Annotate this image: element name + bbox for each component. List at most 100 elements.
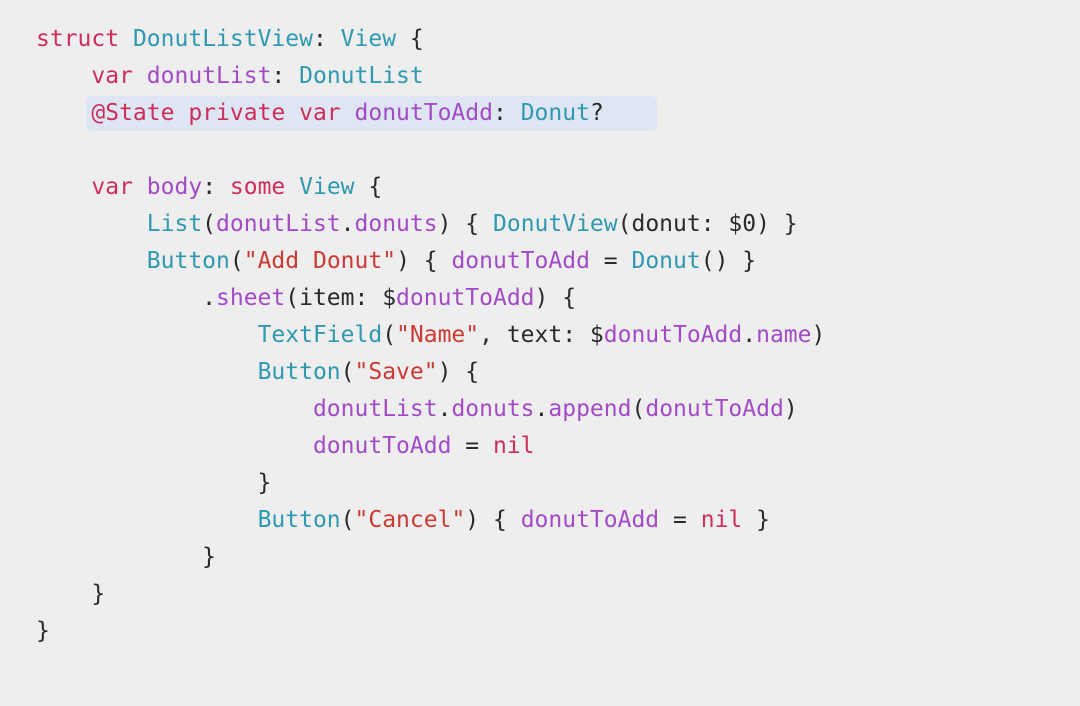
code-token: .	[36, 285, 217, 311]
code-line: }	[36, 613, 1066, 650]
code-token: ) {	[437, 359, 480, 385]
code-token: DonutView	[493, 211, 618, 237]
code-slide: struct DonutListView: View { var donutLi…	[0, 0, 1080, 706]
code-token: body	[146, 174, 203, 200]
code-block: struct DonutListView: View { var donutLi…	[36, 21, 1066, 650]
code-token: (	[340, 359, 355, 385]
code-token: .	[742, 322, 757, 348]
code-token: donutList	[216, 211, 341, 237]
code-token: "Cancel"	[354, 507, 466, 533]
code-token: donutList	[146, 63, 272, 89]
code-token: ) {	[437, 211, 493, 237]
code-token: :	[202, 174, 230, 200]
code-line: var donutList: DonutList	[36, 58, 1066, 95]
code-token: .	[340, 211, 355, 237]
code-token: :	[492, 100, 521, 126]
code-line: Button("Cancel") { donutToAdd = nil }	[36, 502, 1066, 539]
code-token: sheet	[216, 285, 286, 311]
code-token: append	[548, 396, 632, 422]
code-token: donuts	[354, 211, 438, 237]
code-token: :	[271, 63, 300, 89]
code-token: =	[451, 433, 493, 459]
code-token: ) {	[465, 507, 521, 533]
code-token: ) {	[396, 248, 452, 274]
code-token: .	[437, 396, 452, 422]
code-token: var	[91, 63, 133, 89]
code-token: }	[36, 544, 217, 570]
code-token: .	[534, 396, 549, 422]
code-token: "Add Donut"	[243, 248, 397, 274]
code-line: Button("Save") {	[36, 354, 1066, 391]
code-token: donutToAdd	[354, 100, 493, 126]
code-token: nil	[492, 433, 535, 459]
code-token: (	[229, 248, 244, 274]
code-token: Button	[257, 507, 341, 533]
code-token: Donut	[631, 248, 701, 274]
code-token: donutToAdd	[312, 433, 452, 459]
code-token: (	[202, 211, 217, 237]
code-token: )	[811, 322, 826, 348]
code-token: }	[36, 618, 50, 644]
code-line: }	[36, 539, 1066, 576]
code-token: nil	[700, 507, 743, 533]
code-line: TextField("Name", text: $donutToAdd.name…	[36, 317, 1066, 354]
code-token: (	[382, 322, 397, 348]
code-token: donutToAdd	[396, 285, 535, 311]
code-token: () }	[700, 248, 757, 274]
code-token: ) {	[534, 285, 577, 311]
code-token: )	[783, 396, 798, 422]
code-token: (	[340, 507, 355, 533]
code-token: View	[340, 26, 397, 52]
code-token: @State private var	[91, 100, 341, 126]
code-token: Donut	[520, 100, 590, 126]
code-token: donutToAdd	[645, 396, 784, 422]
code-token: donuts	[451, 396, 535, 422]
code-token: "Save"	[354, 359, 438, 385]
code-token: =	[659, 507, 701, 533]
highlighted-code-line: @State private var donutToAdd: Donut?	[36, 95, 1066, 132]
code-token: (item: $	[285, 285, 397, 311]
code-token: {	[354, 174, 383, 200]
code-line: donutToAdd = nil	[36, 428, 1066, 465]
code-token: "Name"	[396, 322, 480, 348]
code-token: DonutList	[299, 63, 424, 89]
code-token: donutToAdd	[520, 507, 660, 533]
code-line: struct DonutListView: View {	[36, 21, 1066, 58]
code-token: donutToAdd	[451, 248, 590, 274]
code-line: }	[36, 465, 1066, 502]
code-token: }	[742, 507, 770, 533]
code-line: Button("Add Donut") { donutToAdd = Donut…	[36, 243, 1066, 280]
code-token: , text: $	[479, 322, 604, 348]
code-token: (donut: $0) }	[617, 211, 798, 237]
code-token: donutList	[312, 396, 438, 422]
code-token: :	[312, 26, 341, 52]
code-token: DonutListView	[132, 26, 313, 52]
code-token: some	[229, 174, 286, 200]
code-token: }	[36, 581, 106, 607]
code-line: }	[36, 576, 1066, 613]
code-line: List(donutList.donuts) { DonutView(donut…	[36, 206, 1066, 243]
code-token: Button	[146, 248, 230, 274]
code-token: Button	[257, 359, 341, 385]
code-line: donutList.donuts.append(donutToAdd)	[36, 391, 1066, 428]
code-token: TextField	[257, 322, 383, 348]
code-token: {	[396, 26, 424, 52]
code-token: List	[146, 211, 203, 237]
code-token: name	[756, 322, 812, 348]
